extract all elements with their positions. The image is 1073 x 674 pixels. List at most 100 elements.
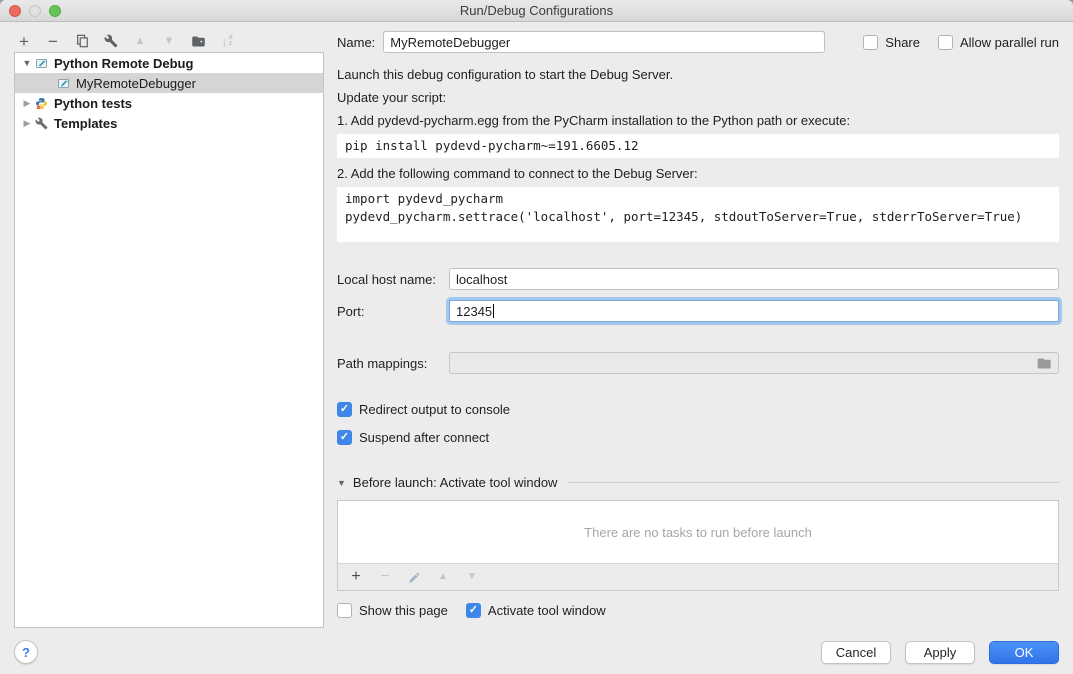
expand-arrow-icon[interactable]: ▼ bbox=[21, 58, 33, 68]
sort-configurations-button[interactable]: ↓ az bbox=[219, 33, 235, 49]
share-label: Share bbox=[885, 35, 920, 50]
move-down-icon: ▼ bbox=[164, 36, 175, 47]
window-title: Run/Debug Configurations bbox=[460, 3, 613, 18]
python-icon bbox=[35, 97, 50, 110]
check-icon: ✓ bbox=[340, 432, 349, 443]
configuration-form: Name: Share Allow parallel run Launch th… bbox=[337, 30, 1059, 618]
port-value: 12345 bbox=[456, 304, 492, 319]
allow-parallel-run-checkbox-group[interactable]: Allow parallel run bbox=[938, 35, 1059, 50]
pencil-icon bbox=[408, 571, 421, 584]
check-icon: ✓ bbox=[340, 404, 349, 415]
settrace-code-line2: pydevd_pycharm.settrace('localhost', por… bbox=[345, 208, 1051, 226]
create-folder-button[interactable] bbox=[190, 33, 206, 49]
redirect-output-label: Redirect output to console bbox=[359, 402, 510, 417]
move-down-icon: ▼ bbox=[467, 572, 477, 582]
activate-tool-window-label: Activate tool window bbox=[488, 603, 606, 618]
move-task-up-button[interactable]: ▲ bbox=[435, 569, 451, 585]
move-up-button[interactable]: ▲ bbox=[132, 33, 148, 49]
show-this-page-label: Show this page bbox=[359, 603, 448, 618]
suspend-after-connect-row[interactable]: ✓ Suspend after connect bbox=[337, 430, 1059, 445]
no-tasks-message: There are no tasks to run before launch bbox=[338, 501, 1058, 563]
activate-tool-window-checkbox[interactable]: ✓ bbox=[466, 603, 481, 618]
folder-icon bbox=[1037, 357, 1052, 370]
settrace-code: import pydevd_pycharm pydevd_pycharm.set… bbox=[337, 187, 1059, 242]
zoom-window-button[interactable] bbox=[49, 5, 61, 17]
add-icon: + bbox=[19, 33, 29, 50]
tree-item-myremotedebugger[interactable]: MyRemoteDebugger bbox=[15, 73, 323, 93]
add-task-button[interactable]: + bbox=[348, 569, 364, 585]
move-task-down-button[interactable]: ▼ bbox=[464, 569, 480, 585]
wrench-icon bbox=[35, 117, 50, 130]
before-launch-header[interactable]: ▼ Before launch: Activate tool window bbox=[337, 475, 1059, 490]
before-launch-tasks-panel: There are no tasks to run before launch … bbox=[337, 500, 1059, 591]
collapse-arrow-icon[interactable]: ▶ bbox=[21, 118, 33, 129]
edit-task-button[interactable] bbox=[406, 569, 422, 585]
sort-alphabetically-icon: ↓ bbox=[221, 35, 228, 48]
local-host-name-label: Local host name: bbox=[337, 272, 449, 287]
check-icon: ✓ bbox=[469, 605, 478, 616]
configurations-toolbar: + − ▲ ▼ ↓ az bbox=[16, 31, 235, 51]
tree-item-label: Templates bbox=[54, 116, 117, 131]
collapse-triangle-icon[interactable]: ▼ bbox=[337, 478, 346, 488]
allow-parallel-run-checkbox[interactable] bbox=[938, 35, 953, 50]
tree-item-templates[interactable]: ▶ Templates bbox=[15, 113, 323, 133]
minimize-window-button[interactable] bbox=[29, 5, 41, 17]
help-icon: ? bbox=[22, 645, 30, 660]
update-script-text: Update your script: bbox=[337, 90, 1059, 105]
share-checkbox-group[interactable]: Share bbox=[863, 35, 920, 50]
add-icon: + bbox=[351, 569, 360, 585]
show-this-page-checkbox[interactable] bbox=[337, 603, 352, 618]
path-mappings-label: Path mappings: bbox=[337, 356, 449, 371]
tree-item-python-tests[interactable]: ▶ Python tests bbox=[15, 93, 323, 113]
local-host-name-input[interactable] bbox=[449, 268, 1059, 290]
copy-configuration-button[interactable] bbox=[74, 33, 90, 49]
step2-text: 2. Add the following command to connect … bbox=[337, 166, 1059, 181]
apply-button[interactable]: Apply bbox=[905, 641, 975, 664]
tree-item-label: MyRemoteDebugger bbox=[76, 76, 196, 91]
page-options-row: Show this page ✓ Activate tool window bbox=[337, 603, 1059, 618]
ok-button[interactable]: OK bbox=[989, 641, 1059, 664]
remove-icon: − bbox=[380, 569, 389, 585]
run-debug-configurations-dialog: Run/Debug Configurations + − ▲ ▼ ↓ az ▼ … bbox=[0, 0, 1073, 674]
add-configuration-button[interactable]: + bbox=[16, 33, 32, 49]
dialog-buttons: Cancel Apply OK bbox=[821, 641, 1059, 664]
tree-item-label: Python Remote Debug bbox=[54, 56, 193, 71]
port-label: Port: bbox=[337, 304, 449, 319]
move-down-button[interactable]: ▼ bbox=[161, 33, 177, 49]
name-label: Name: bbox=[337, 35, 375, 50]
section-divider bbox=[567, 482, 1059, 483]
pip-install-code: pip install pydevd-pycharm~=191.6605.12 bbox=[337, 134, 1059, 158]
configurations-tree: ▼ Python Remote Debug MyRemoteDebugger ▶… bbox=[14, 52, 324, 628]
move-up-icon: ▲ bbox=[135, 36, 146, 47]
tasks-toolbar: + − ▲ ▼ bbox=[338, 563, 1058, 590]
allow-parallel-run-label: Allow parallel run bbox=[960, 35, 1059, 50]
share-checkbox[interactable] bbox=[863, 35, 878, 50]
copy-icon bbox=[75, 34, 89, 48]
intro-text: Launch this debug configuration to start… bbox=[337, 67, 1059, 82]
port-input[interactable]: 12345 bbox=[449, 300, 1059, 322]
remove-configuration-button[interactable]: − bbox=[45, 33, 61, 49]
suspend-after-connect-checkbox[interactable]: ✓ bbox=[337, 430, 352, 445]
tree-item-label: Python tests bbox=[54, 96, 132, 111]
close-window-button[interactable] bbox=[9, 5, 21, 17]
run-config-icon bbox=[57, 77, 72, 90]
help-button[interactable]: ? bbox=[14, 640, 38, 664]
path-mappings-input bbox=[449, 352, 1059, 374]
remove-task-button[interactable]: − bbox=[377, 569, 393, 585]
suspend-after-connect-label: Suspend after connect bbox=[359, 430, 489, 445]
collapse-arrow-icon[interactable]: ▶ bbox=[21, 98, 33, 109]
title-bar[interactable]: Run/Debug Configurations bbox=[0, 0, 1073, 22]
text-cursor bbox=[493, 304, 494, 318]
tree-item-python-remote-debug[interactable]: ▼ Python Remote Debug bbox=[15, 53, 323, 73]
edit-templates-button[interactable] bbox=[103, 33, 119, 49]
new-folder-icon bbox=[191, 34, 206, 49]
redirect-output-row[interactable]: ✓ Redirect output to console bbox=[337, 402, 1059, 417]
settrace-code-line1: import pydevd_pycharm bbox=[345, 190, 1051, 208]
step1-text: 1. Add pydevd-pycharm.egg from the PyCha… bbox=[337, 113, 1059, 128]
name-input[interactable] bbox=[383, 31, 825, 53]
window-controls bbox=[9, 5, 61, 17]
redirect-output-checkbox[interactable]: ✓ bbox=[337, 402, 352, 417]
wrench-icon bbox=[104, 34, 118, 48]
cancel-button[interactable]: Cancel bbox=[821, 641, 891, 664]
remove-icon: − bbox=[48, 33, 58, 50]
